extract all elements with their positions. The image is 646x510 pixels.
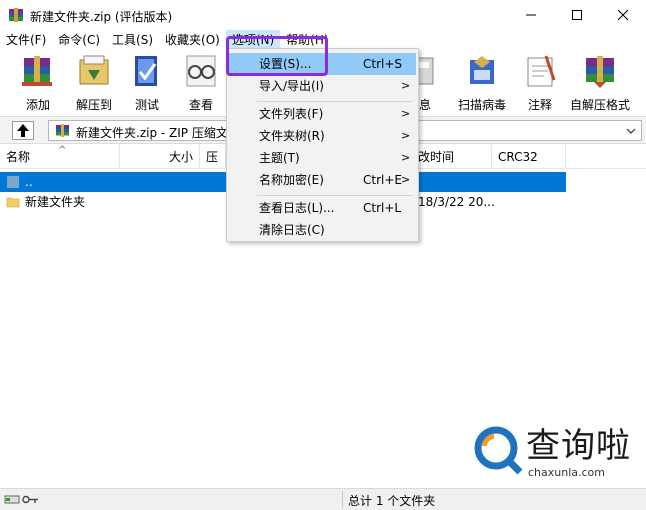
column-packed[interactable]: 压 (200, 145, 226, 169)
menu-separator (257, 101, 413, 102)
watermark-url: chaxunla.com (528, 466, 605, 479)
add-label: 添加 (25, 98, 50, 112)
minimize-button[interactable] (508, 0, 554, 30)
test-icon (135, 56, 157, 86)
column-size[interactable]: 大小 (120, 145, 200, 169)
test-button[interactable]: 测试 (124, 52, 170, 112)
extract-folder-icon (79, 55, 109, 85)
column-crc[interactable]: CRC32 (492, 145, 566, 169)
sfx-button[interactable]: 自解压格式 (566, 52, 634, 112)
extract-to-label: 解压到 (75, 98, 112, 112)
chevron-down-icon[interactable] (623, 122, 639, 139)
view-glasses-icon (186, 55, 216, 87)
view-label: 查看 (188, 98, 213, 112)
scan-virus-icon (470, 56, 494, 84)
menu-tools[interactable]: 工具(S) (106, 30, 159, 50)
status-separator (342, 491, 343, 508)
scan-virus-label: 扫描病毒 (457, 98, 506, 112)
menu-import-export[interactable]: 导入/导出(I) > (229, 75, 416, 97)
column-name[interactable]: 名称 (0, 145, 120, 169)
minimize-icon (526, 14, 536, 16)
window-title: 新建文件夹.zip (评估版本) (30, 10, 173, 24)
scan-virus-button[interactable]: 扫描病毒 (454, 52, 510, 112)
add-archive-icon (22, 56, 52, 86)
menu-favorites[interactable]: 收藏夹(O) (159, 30, 226, 50)
status-summary: 总计 1 个文件夹 (348, 494, 436, 508)
chevron-right-icon: > (401, 107, 411, 120)
view-button[interactable]: 查看 (178, 52, 224, 112)
menu-file-list[interactable]: 文件列表(F) > (229, 103, 416, 125)
chevron-right-icon: > (401, 79, 411, 92)
sfx-icon (586, 56, 614, 88)
parent-folder-icon (7, 176, 19, 188)
extract-to-button[interactable]: 解压到 (70, 52, 118, 112)
test-label: 测试 (134, 98, 159, 112)
status-bar: 总计 1 个文件夹 (0, 488, 646, 510)
watermark-text: 查询啦 (526, 426, 631, 466)
drive-key-icon (4, 495, 38, 504)
maximize-icon (572, 10, 582, 20)
comment-button[interactable]: 注释 (520, 52, 560, 112)
file-name: .. (25, 175, 33, 189)
menu-file[interactable]: 文件(F) (0, 30, 52, 50)
column-modified[interactable]: 改时间 (418, 145, 492, 169)
magnifier-logo-icon (474, 426, 523, 475)
path-text: 新建文件夹.zip - ZIP 压缩文 (76, 126, 228, 140)
folder-icon (6, 197, 20, 208)
archive-icon (56, 124, 69, 137)
menu-theme[interactable]: 主题(T) > (229, 147, 416, 169)
options-menu: 设置(S)... Ctrl+S 导入/导出(I) > 文件列表(F) > 文件夹… (226, 48, 419, 242)
winrar-app-icon (9, 8, 23, 22)
chevron-right-icon: > (401, 129, 411, 142)
close-button[interactable] (600, 0, 646, 30)
menu-separator (257, 195, 413, 196)
up-arrow-icon (17, 124, 29, 137)
watermark: 查询啦 chaxunla.com (468, 418, 644, 488)
menu-view-log[interactable]: 查看日志(L)... Ctrl+L (229, 197, 416, 219)
menu-commands[interactable]: 命令(C) (52, 30, 106, 50)
comment-label: 注释 (527, 98, 552, 112)
close-icon (617, 9, 629, 21)
maximize-button[interactable] (554, 0, 600, 30)
menu-name-encryption[interactable]: 名称加密(E) Ctrl+E > (229, 169, 416, 191)
file-name: 新建文件夹 (25, 195, 86, 209)
menu-clear-log[interactable]: 清除日志(C) (229, 219, 416, 241)
highlight-box (226, 36, 328, 76)
comment-icon (527, 55, 556, 87)
chevron-right-icon: > (401, 173, 411, 186)
menu-folder-tree[interactable]: 文件夹树(R) > (229, 125, 416, 147)
up-folder-button[interactable] (12, 121, 34, 140)
sfx-label: 自解压格式 (569, 98, 630, 112)
add-button[interactable]: 添加 (14, 52, 62, 112)
file-modified: 18/3/22 20... (418, 195, 495, 209)
title-bar: 新建文件夹.zip (评估版本) (0, 0, 646, 30)
chevron-right-icon: > (401, 151, 411, 164)
